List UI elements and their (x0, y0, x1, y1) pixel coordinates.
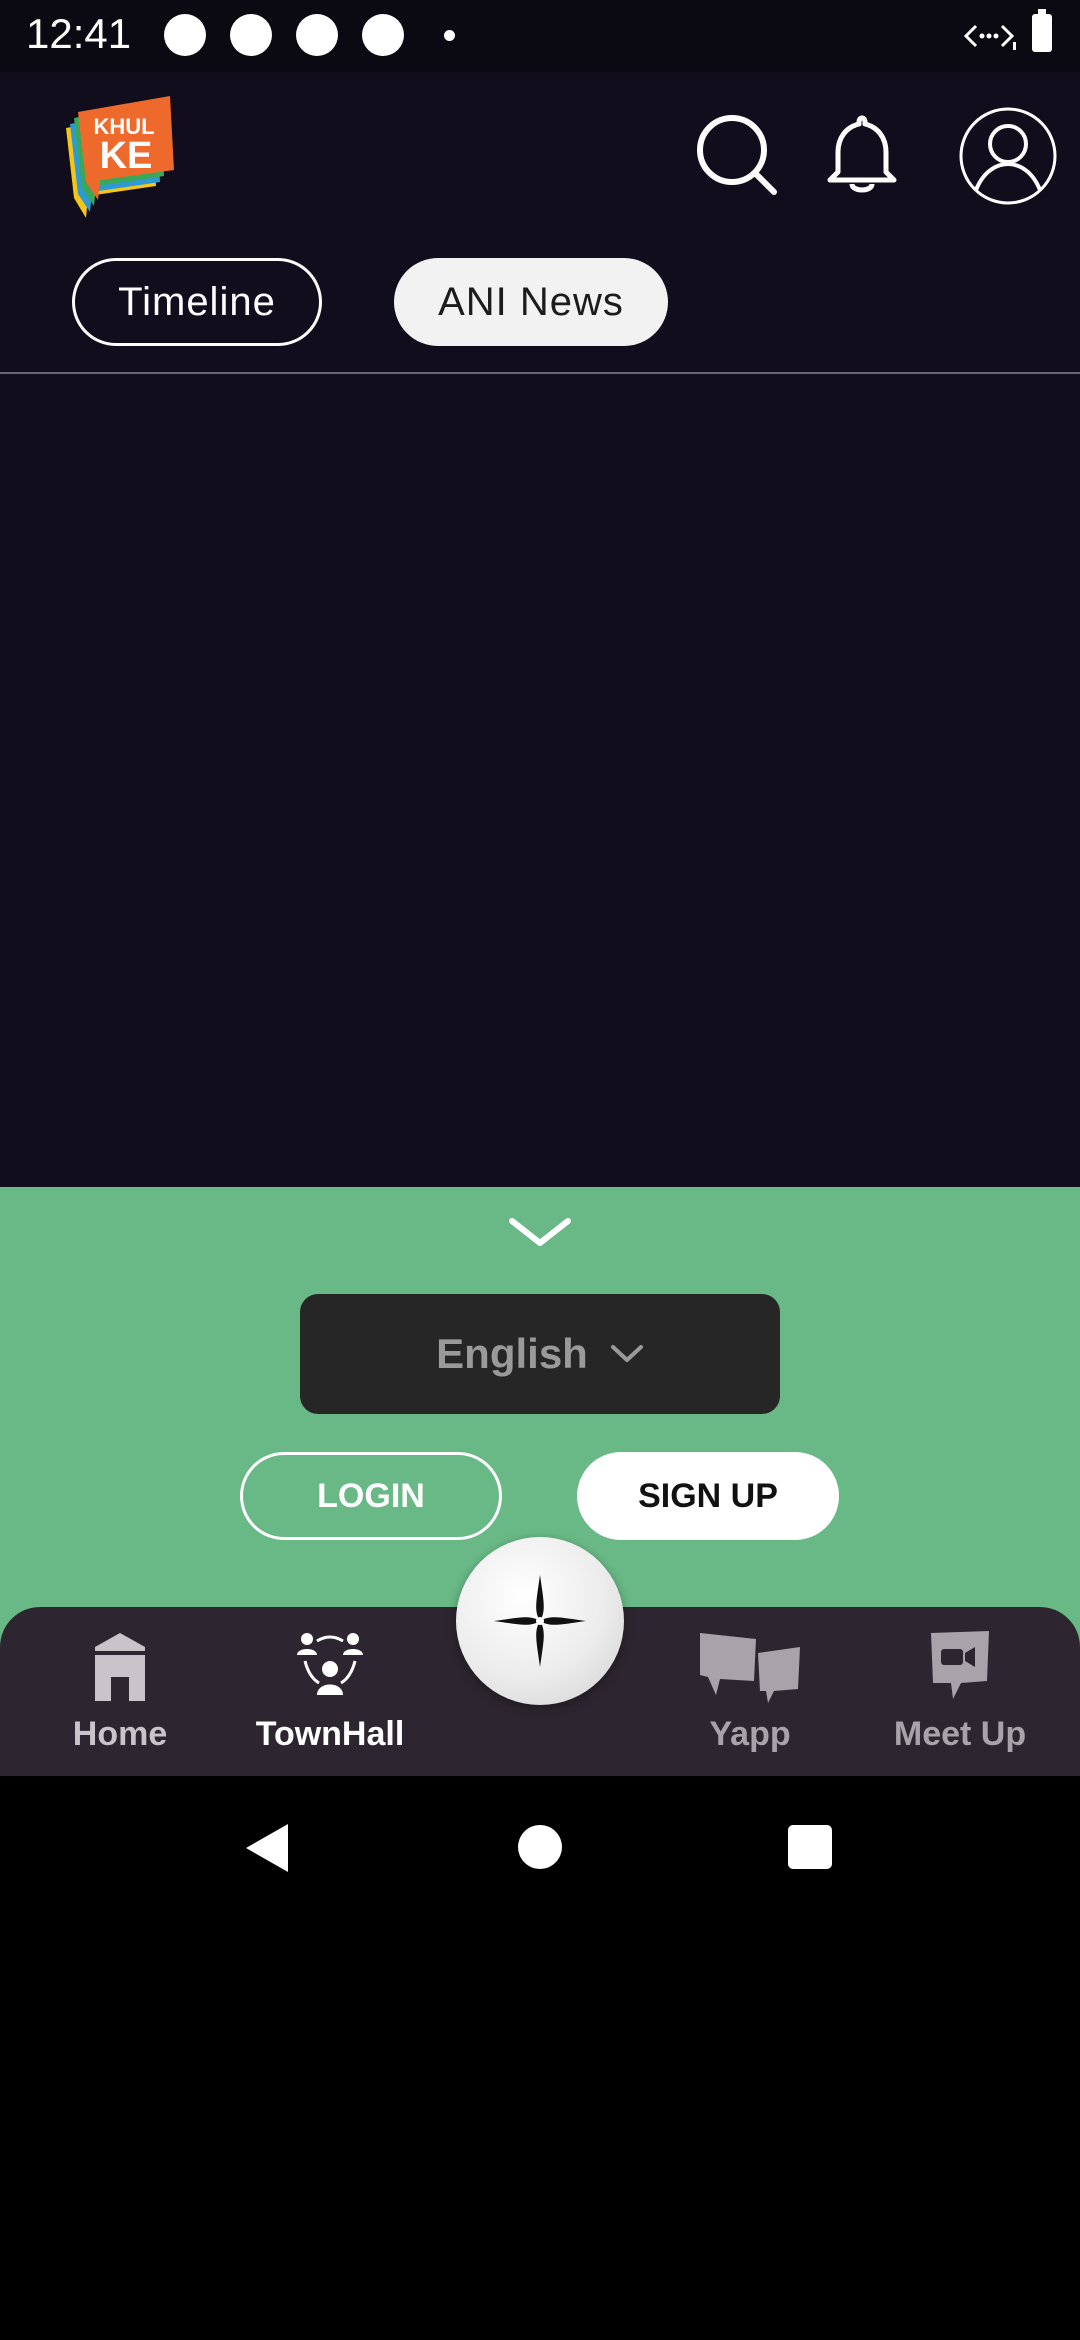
nav-item-home[interactable]: Home (40, 1607, 200, 1776)
center-action-button[interactable] (456, 1537, 624, 1705)
app-frame: KHUL KE Timeline ANI News English LOGIN … (0, 72, 1080, 1776)
profile-avatar-icon[interactable] (958, 106, 1058, 206)
feed-content (0, 374, 1080, 1187)
signup-button[interactable]: SIGN UP (577, 1452, 839, 1540)
nav-label-townhall: TownHall (255, 1715, 405, 1753)
chevron-down-icon (610, 1345, 643, 1362)
status-time: 12:41 (26, 10, 132, 57)
sparkle-icon (494, 1575, 586, 1667)
chevron-down-icon[interactable] (508, 1215, 572, 1251)
bell-icon[interactable] (824, 112, 900, 198)
notification-icon (164, 14, 206, 56)
signal-icon (963, 24, 1016, 50)
logo-text-bottom: KE (100, 135, 153, 177)
language-select[interactable]: English (300, 1294, 780, 1414)
townhall-icon (297, 1633, 363, 1695)
app-logo[interactable]: KHUL KE (60, 94, 180, 222)
notification-icon (362, 14, 404, 56)
notification-icon (230, 14, 272, 56)
home-icon (95, 1633, 145, 1701)
nav-item-meetup[interactable]: Meet Up (880, 1607, 1040, 1776)
tab-ani-news[interactable]: ANI News (394, 258, 668, 346)
header: KHUL KE Timeline ANI News (0, 72, 1080, 372)
notification-icon (296, 14, 338, 56)
nav-item-yapp[interactable]: Yapp (670, 1607, 830, 1776)
tab-timeline[interactable]: Timeline (72, 258, 322, 346)
recent-apps-icon[interactable] (788, 1825, 832, 1869)
nav-item-townhall[interactable]: TownHall (240, 1607, 420, 1776)
battery-icon (1032, 9, 1052, 52)
nav-label-home: Home (72, 1715, 168, 1753)
more-notifications-icon (444, 30, 455, 41)
language-value: English (436, 1330, 588, 1377)
meetup-icon (931, 1631, 989, 1699)
system-navigation-bar (0, 1776, 1080, 1920)
yapp-icon (700, 1633, 800, 1703)
status-bar: 12:41 (0, 0, 1080, 72)
nav-label-meetup: Meet Up (893, 1715, 1027, 1753)
login-button[interactable]: LOGIN (240, 1452, 502, 1540)
nav-label-yapp: Yapp (709, 1715, 791, 1753)
search-icon[interactable] (694, 112, 780, 198)
back-icon[interactable] (244, 1822, 290, 1874)
home-button-icon[interactable] (518, 1825, 562, 1869)
